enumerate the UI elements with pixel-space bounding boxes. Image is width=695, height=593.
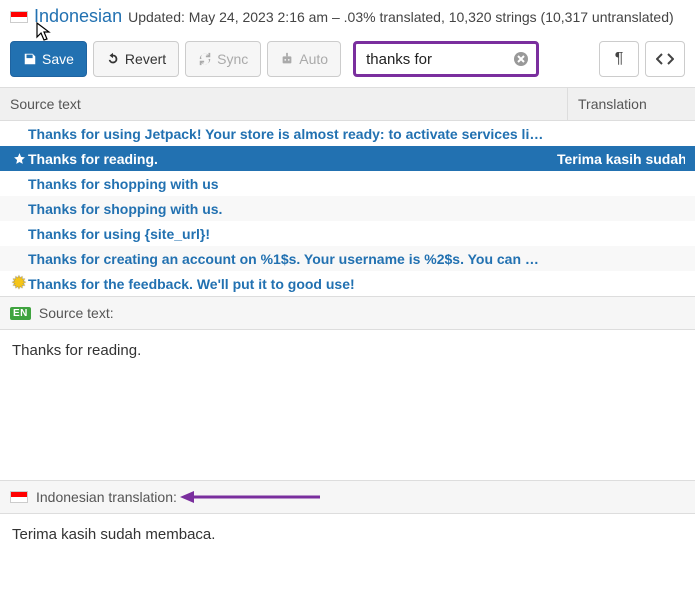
translation-label: Indonesian translation: <box>36 489 177 505</box>
row-source-text: Thanks for reading. <box>28 151 557 167</box>
star-icon <box>10 152 28 165</box>
language-link[interactable]: Indonesian <box>34 6 122 27</box>
table-row[interactable]: Thanks for using {site_url}! <box>0 221 695 246</box>
sync-button[interactable]: Sync <box>185 41 261 77</box>
translation-text-panel[interactable]: Terima kasih sudah membaca. <box>0 514 695 555</box>
flag-icon <box>10 491 28 503</box>
table-row[interactable]: Thanks for shopping with us. <box>0 196 695 221</box>
table-row[interactable]: ✹Thanks for the feedback. We'll put it t… <box>0 271 695 296</box>
auto-button[interactable]: Auto <box>267 41 341 77</box>
save-label: Save <box>42 51 74 67</box>
revert-label: Revert <box>125 51 166 67</box>
flag-icon <box>10 11 28 23</box>
save-button[interactable]: Save <box>10 41 87 77</box>
row-source-text: Thanks for using {site_url}! <box>28 226 557 242</box>
translation-label-bar: Indonesian translation: <box>0 480 695 514</box>
table-row[interactable]: Thanks for shopping with us <box>0 171 695 196</box>
source-text-panel: Thanks for reading. <box>0 330 695 480</box>
header-meta: Updated: May 24, 2023 2:16 am – .03% tra… <box>128 9 674 25</box>
table-row[interactable]: Thanks for using Jetpack! Your store is … <box>0 121 695 146</box>
row-source-text: Thanks for the feedback. We'll put it to… <box>28 276 557 292</box>
table-row[interactable]: Thanks for creating an account on %1$s. … <box>0 246 695 271</box>
auto-label: Auto <box>299 51 328 67</box>
pilcrow-icon: ¶ <box>615 50 624 68</box>
code-button[interactable] <box>645 41 685 77</box>
row-source-text: Thanks for using Jetpack! Your store is … <box>28 126 557 142</box>
source-label-bar: EN Source text: <box>0 296 695 330</box>
string-list: Thanks for using Jetpack! Your store is … <box>0 121 695 296</box>
row-source-text: Thanks for shopping with us. <box>28 201 557 217</box>
source-label: Source text: <box>39 305 114 321</box>
code-icon <box>656 52 674 66</box>
row-source-text: Thanks for shopping with us <box>28 176 557 192</box>
revert-button[interactable]: Revert <box>93 41 179 77</box>
table-row[interactable]: Thanks for reading.Terima kasih sudah m <box>0 146 695 171</box>
search-input[interactable] <box>353 41 539 77</box>
robot-icon <box>280 52 294 66</box>
clear-icon[interactable] <box>513 51 529 67</box>
annotation-arrow-icon <box>180 490 320 504</box>
save-icon <box>23 52 37 66</box>
pilcrow-button[interactable]: ¶ <box>599 41 639 77</box>
sync-icon <box>198 52 212 66</box>
burst-icon: ✹ <box>10 276 28 292</box>
sync-label: Sync <box>217 51 248 67</box>
col-source: Source text <box>0 88 567 120</box>
toolbar: Save Revert Sync Auto ¶ <box>0 35 695 87</box>
row-source-text: Thanks for creating an account on %1$s. … <box>28 251 557 267</box>
col-translation: Translation <box>567 88 695 120</box>
table-header: Source text Translation <box>0 87 695 121</box>
en-badge: EN <box>10 307 31 320</box>
row-translation-text: Terima kasih sudah m <box>557 151 685 167</box>
revert-icon <box>106 52 120 66</box>
search-wrap <box>353 41 539 77</box>
